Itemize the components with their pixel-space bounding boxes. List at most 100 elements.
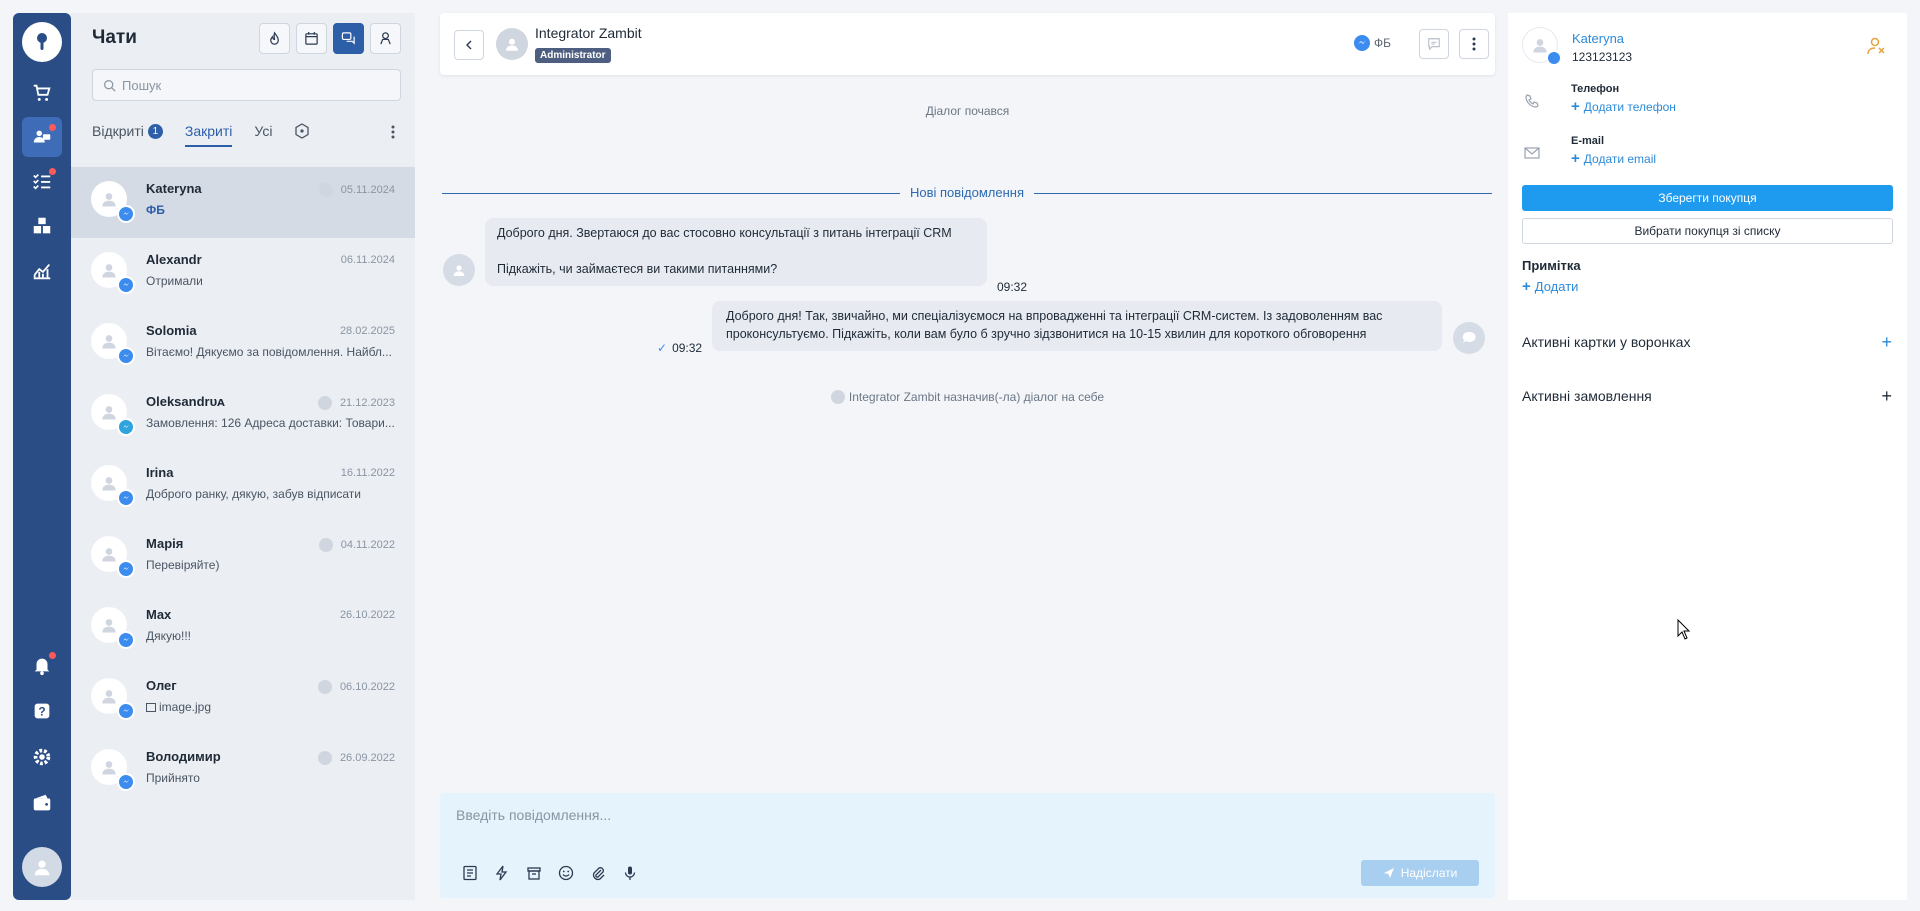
comment-button[interactable]: [1419, 29, 1449, 59]
search-input[interactable]: [122, 77, 392, 93]
chat-view-button[interactable]: [333, 23, 364, 54]
assignee-icon: [317, 751, 332, 765]
notification-dot: [49, 168, 56, 175]
hexagon-filter-icon: [295, 123, 310, 139]
chats-toolbar: [259, 23, 401, 54]
help-icon[interactable]: ?: [22, 691, 62, 731]
boxes-icon[interactable]: [22, 206, 62, 246]
message-time: 09:32: [672, 341, 703, 355]
chat-list-item[interactable]: Irina 16.11.2022 Доброго ранку, дякую, заб…: [71, 451, 415, 522]
search-box: [92, 69, 401, 101]
notification-dot: [49, 652, 56, 659]
tab-label: Закриті: [184, 123, 233, 139]
user-avatar[interactable]: [22, 847, 62, 887]
more-options-button[interactable]: [391, 125, 395, 142]
tab-all[interactable]: Усі: [254, 123, 272, 145]
cart-icon[interactable]: [22, 73, 62, 113]
section-title: Активні замовлення: [1522, 388, 1652, 404]
customer-panel: Kateryna 123123123 Телефон + Додати телеф…: [1508, 13, 1907, 900]
message-line: Доброго дня. Звертаюся до вас стосовно к…: [497, 226, 952, 240]
assignee-icon: [317, 396, 332, 410]
analytics-icon[interactable]: [22, 251, 62, 291]
chat-preview: Дякую!!!: [146, 629, 396, 643]
chat-preview-text: Вітаємо! Дякуємо за повідомлення. Найбл.…: [146, 345, 392, 359]
tab-filter[interactable]: [294, 123, 310, 145]
chat-date-wrap: 16.11.2022: [341, 467, 395, 479]
message-line: Підкажіть, чи займаєтеся ви такими питан…: [497, 262, 778, 276]
choose-customer-button[interactable]: Вибрати покупця зі списку: [1522, 218, 1893, 244]
add-phone-link[interactable]: + Додати телефон: [1571, 98, 1676, 115]
logo-icon[interactable]: [22, 22, 62, 62]
add-email-link[interactable]: + Додати email: [1571, 151, 1656, 166]
calendar-button[interactable]: [296, 23, 327, 54]
chat-list-item[interactable]: Max 26.10.2022 Дякую!!!: [71, 593, 415, 664]
messenger-icon: [117, 205, 135, 223]
composer-toolbar: [460, 863, 640, 883]
active-orders-section[interactable]: Активні замовлення +: [1522, 386, 1892, 408]
product-box-icon[interactable]: [524, 863, 544, 883]
tab-closed[interactable]: Закриті: [184, 123, 233, 147]
svg-text:?: ?: [38, 705, 45, 719]
user-remove-icon: [1867, 37, 1885, 55]
gear-icon[interactable]: [22, 737, 62, 777]
plus-icon: +: [1571, 98, 1580, 115]
tasks-icon[interactable]: [22, 161, 62, 201]
customer-id: 123123123: [1572, 50, 1633, 64]
comment-icon: [1428, 38, 1440, 51]
message-time: 09:32: [997, 280, 1028, 294]
new-messages-divider: Нові повідомлення: [442, 185, 1492, 201]
message-time-out: ✓ 09:32: [657, 341, 702, 355]
chat-list-item[interactable]: Володимир 26.09.2022 Прийнято: [71, 735, 415, 806]
chat-preview-text: Отримали: [146, 274, 203, 288]
chat-date-wrap: 06.10.2022: [317, 680, 395, 694]
more-actions-button[interactable]: [1459, 29, 1489, 59]
chat-list-item[interactable]: Oleksandrᴜᴀ 21.12.2023 Замовлення: 126 Адр…: [71, 380, 415, 451]
paperclip-icon[interactable]: [588, 863, 608, 883]
conversation-header: Integrator Zambit Administrator ФБ: [440, 13, 1495, 75]
customer-name-link[interactable]: Kateryna: [1572, 31, 1624, 46]
chat-bubble-icon: [1462, 331, 1476, 343]
template-icon[interactable]: [460, 863, 480, 883]
chats-icon[interactable]: [22, 117, 62, 157]
save-customer-button[interactable]: Зберегти покупця: [1522, 185, 1893, 211]
microphone-icon[interactable]: [620, 863, 640, 883]
chat-date: 05.11.2024: [340, 184, 395, 196]
lightning-icon[interactable]: [492, 863, 512, 883]
notification-dot: [49, 124, 56, 131]
add-note-link[interactable]: + Додати: [1522, 279, 1579, 295]
tab-label: Відкриті: [92, 123, 144, 139]
unassign-user-button[interactable]: [1867, 37, 1887, 58]
active-cards-section[interactable]: Активні картки у воронках +: [1522, 332, 1892, 354]
chat-date-wrap: 04.11.2022: [318, 538, 395, 552]
emoji-icon[interactable]: [556, 863, 576, 883]
bot-avatar: [1453, 322, 1485, 354]
chat-list-item[interactable]: Kateryna 05.11.2024 ФБ: [71, 167, 415, 238]
tab-open[interactable]: Відкриті 1: [92, 123, 163, 145]
kebab-icon: [391, 125, 395, 139]
wallet-icon[interactable]: [22, 783, 62, 823]
add-order-plus-icon[interactable]: +: [1881, 386, 1892, 407]
filter-fire-button[interactable]: [259, 23, 290, 54]
assignee-icon: [317, 680, 332, 694]
back-button[interactable]: [454, 30, 484, 60]
chat-list-item[interactable]: Марія 04.11.2022 Перевіряйте): [71, 522, 415, 593]
bell-icon[interactable]: [22, 645, 62, 685]
chats-panel: Чати Відкриті 1 Закриті Усі: [71, 13, 415, 900]
add-card-plus-icon[interactable]: +: [1881, 332, 1892, 353]
message-input[interactable]: [456, 807, 1476, 843]
calendar-icon: [305, 31, 318, 45]
chat-list-item[interactable]: Solomia 28.02.2025 Вітаємо! Дякуємо за пов…: [71, 309, 415, 380]
chat-list-item[interactable]: Alexandr 06.11.2024 Отримали: [71, 238, 415, 309]
chat-date: 06.11.2024: [340, 254, 395, 266]
chat-preview-text: Доброго ранку, дякую, забув відписати: [146, 487, 362, 501]
chat-list-item[interactable]: Олег 06.10.2022 image.jpg: [71, 664, 415, 735]
messenger-icon: [117, 276, 135, 294]
chat-date: 26.10.2022: [339, 609, 395, 621]
contact-name: Irina: [146, 465, 174, 480]
person-icon: [380, 32, 391, 45]
messenger-icon: [117, 702, 135, 720]
send-button[interactable]: Надіслати: [1361, 860, 1479, 886]
role-badge: Administrator: [535, 48, 611, 63]
contacts-button[interactable]: [370, 23, 401, 54]
add-note-label: Додати: [1534, 279, 1579, 294]
